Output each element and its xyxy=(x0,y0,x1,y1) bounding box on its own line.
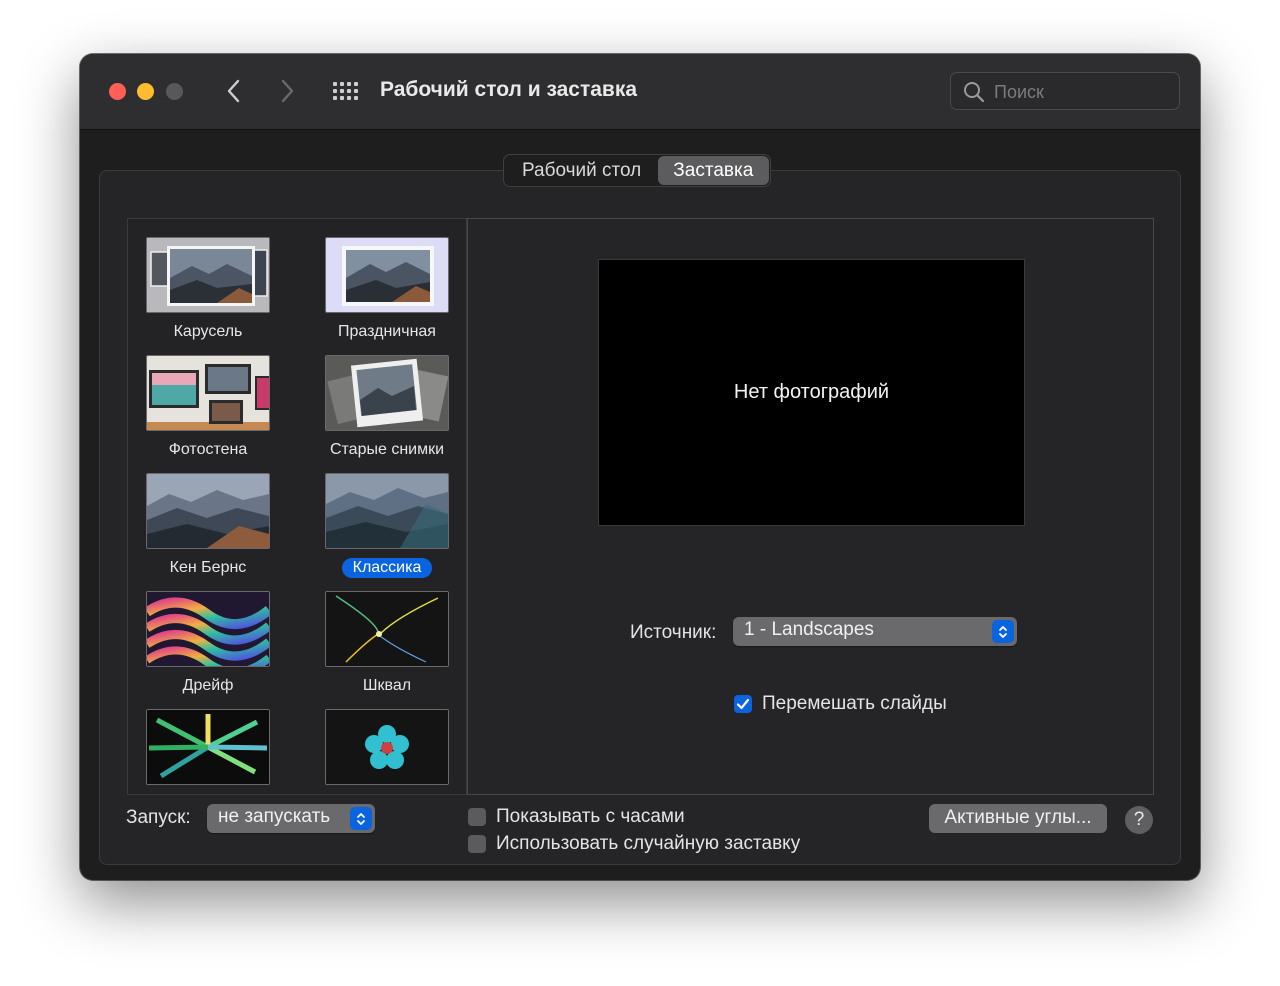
show-clock-checkbox[interactable] xyxy=(468,808,486,826)
screensaver-item-partial[interactable] xyxy=(128,709,288,785)
title-bar: Рабочий стол и заставка Поиск xyxy=(80,54,1200,130)
popup-arrows-icon xyxy=(350,807,372,830)
screensaver-item-carousel[interactable]: Карусель xyxy=(128,237,288,342)
screensaver-item-holiday[interactable]: Праздничная xyxy=(307,237,466,342)
window-title: Рабочий стол и заставка xyxy=(380,78,638,101)
screensaver-label: Шквал xyxy=(362,677,412,694)
start-value: не запускать xyxy=(218,806,331,827)
forward-button[interactable] xyxy=(272,76,302,106)
screensaver-label-selected: Классика xyxy=(341,558,433,578)
screensaver-item-ken-burns[interactable]: Кен Бернс xyxy=(128,473,288,578)
popup-arrows-icon xyxy=(992,620,1014,643)
hot-corners-button[interactable]: Активные углы... xyxy=(929,804,1107,833)
screensaver-label: Старые снимки xyxy=(329,441,445,458)
random-screensaver-checkbox[interactable] xyxy=(468,835,486,853)
screensaver-thumbnail xyxy=(325,237,449,313)
show-all-grid-icon[interactable] xyxy=(331,81,359,101)
screensaver-label: Карусель xyxy=(173,323,243,340)
source-select[interactable]: 1 - Landscapes xyxy=(733,617,1017,646)
screensaver-label: Дрейф xyxy=(182,677,234,694)
screensaver-label: Праздничная xyxy=(338,323,436,340)
search-icon xyxy=(964,82,985,103)
checkmark-icon xyxy=(736,698,750,710)
preview-pane: Нет фотографий Источник: 1 - Landscapes … xyxy=(467,218,1154,795)
screensaver-preview: Нет фотографий xyxy=(598,259,1025,526)
screensaver-item-photo-wall[interactable]: Фотостена xyxy=(128,355,288,460)
search-placeholder: Поиск xyxy=(994,82,1044,102)
screensaver-thumbnail xyxy=(146,355,270,431)
random-screensaver-label: Использовать случайную заставку xyxy=(496,833,801,854)
preview-message: Нет фотографий xyxy=(733,381,890,403)
zoom-button xyxy=(166,83,183,100)
screensaver-item-partial[interactable] xyxy=(307,709,466,785)
screensaver-item-flurry[interactable]: Шквал xyxy=(307,591,466,696)
screensaver-label: Фотостена xyxy=(168,441,248,458)
back-button[interactable] xyxy=(219,76,249,106)
screensaver-thumbnail xyxy=(146,709,270,785)
system-preferences-window: Рабочий стол и заставка Поиск Рабочий ст… xyxy=(80,54,1200,880)
screensaver-item-classic[interactable]: Классика xyxy=(307,473,466,578)
screensaver-item-vintage-prints[interactable]: Старые снимки xyxy=(307,355,466,460)
tab-desktop[interactable]: Рабочий стол xyxy=(504,155,657,186)
screensaver-thumbnail xyxy=(146,473,270,549)
screensaver-thumbnail xyxy=(146,237,270,313)
screensaver-thumbnail xyxy=(146,591,270,667)
tab-switcher: Рабочий стол Заставка xyxy=(503,154,772,187)
screensaver-thumbnail xyxy=(325,591,449,667)
shuffle-label: Перемешать слайды xyxy=(762,693,947,714)
start-after-select[interactable]: не запускать xyxy=(207,804,375,833)
screensaver-thumbnail xyxy=(325,355,449,431)
start-label: Запуск: xyxy=(126,807,191,828)
screensaver-item-drift[interactable]: Дрейф xyxy=(128,591,288,696)
search-input[interactable]: Поиск xyxy=(950,72,1180,110)
source-value: 1 - Landscapes xyxy=(744,619,874,640)
tab-screensaver[interactable]: Заставка xyxy=(658,156,770,185)
show-clock-label: Показывать с часами xyxy=(496,806,685,827)
screensaver-label: Кен Бернс xyxy=(169,559,247,576)
screensaver-list[interactable]: Карусель Праздничная Фотостена Старые сн… xyxy=(127,218,467,795)
close-button[interactable] xyxy=(109,83,126,100)
screensaver-thumbnail xyxy=(325,709,449,785)
source-label: Источник: xyxy=(630,622,717,643)
minimize-button[interactable] xyxy=(137,83,154,100)
screensaver-thumbnail xyxy=(325,473,449,549)
shuffle-checkbox[interactable] xyxy=(734,695,752,713)
help-button[interactable]: ? xyxy=(1125,806,1153,834)
chevron-right-icon xyxy=(281,79,294,103)
chevron-left-icon xyxy=(227,79,240,103)
